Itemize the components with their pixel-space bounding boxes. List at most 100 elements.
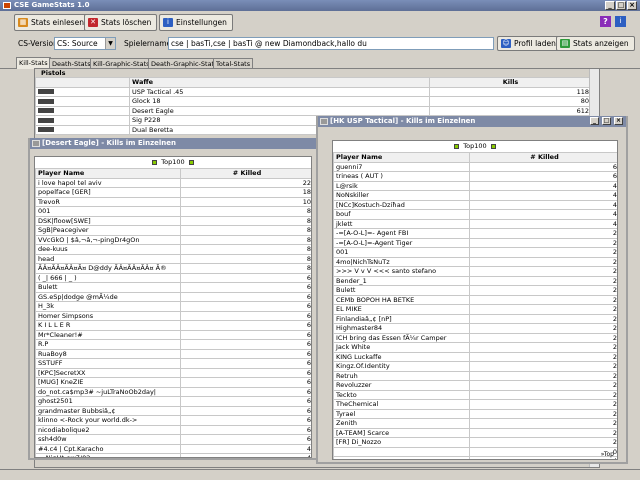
close-button[interactable]: ×	[627, 1, 637, 10]
top-link[interactable]: »Top	[601, 451, 614, 458]
table-row[interactable]: nicodiabolique2 6	[35, 424, 311, 435]
table-row[interactable]: Tyrael 2	[333, 408, 617, 419]
table-row[interactable]: [FR] Di_Nozzo 2	[333, 437, 617, 448]
table-row[interactable]: CEMb BOPOH HA BETKE 2	[333, 294, 617, 305]
top100-label: Top100	[35, 157, 311, 168]
table-row[interactable]: Bulett 6	[35, 282, 311, 293]
table-row[interactable]: 4	[333, 456, 617, 459]
table-row[interactable]: Glock 18 80	[35, 96, 592, 107]
close-button[interactable]: ×	[614, 117, 623, 125]
minimize-button[interactable]: _	[590, 117, 599, 125]
table-row[interactable]: NoNskiller 4	[333, 190, 617, 201]
table-row[interactable]: ssh4d0w 6	[35, 434, 311, 445]
table-row[interactable]: SgB|Peacegiver 8	[35, 225, 311, 236]
table-row[interactable]: SSTUFF 6	[35, 358, 311, 369]
table-row[interactable]: -=[A-O-L]=-Agent Tiger 2	[333, 237, 617, 248]
table-row[interactable]: [NCc]Kostuch-Dziħad 4	[333, 199, 617, 210]
player-name: ssh4d0w	[35, 434, 181, 445]
player-name: Bulett	[35, 282, 181, 293]
table-row[interactable]: ghost2501 6	[35, 396, 311, 407]
table-row[interactable]: jklett 4	[333, 218, 617, 229]
table-row[interactable]: H_3k 6	[35, 301, 311, 312]
table-row[interactable]: Teckto 2	[333, 389, 617, 400]
player-name: [A-TEAM] Scarce	[333, 427, 470, 438]
kill-count: 6	[180, 396, 311, 407]
table-row[interactable]: [MUG] KneZIE 6	[35, 377, 311, 388]
table-row[interactable]: KING Luckaffe 2	[333, 351, 617, 362]
player-name: 001	[35, 206, 181, 217]
table-row[interactable]: RuaBoy8 6	[35, 348, 311, 359]
maximize-button[interactable]: □	[616, 1, 626, 10]
table-row[interactable]: ÃÂ¤ÃÂ¤ÃÂ¤Ã¤ D@ddy ÃÂ¤ÃÂ¤ÃÂ¤ Ã® 8	[35, 263, 311, 274]
table-row[interactable]: TheChemical 2	[333, 399, 617, 410]
player-name: EL MIKE	[333, 304, 470, 315]
maximize-button[interactable]: □	[602, 117, 611, 125]
table-row[interactable]: USP Tactical .45 118	[35, 86, 592, 97]
table-row[interactable]: GS.eSp|dodge @mÃ¼de 6	[35, 291, 311, 302]
info-icon[interactable]: i	[615, 16, 626, 27]
table-row[interactable]: head 8	[35, 253, 311, 264]
player-name: [FR] Di_Nozzo	[333, 437, 470, 448]
table-row[interactable]: Retruh 2	[333, 370, 617, 381]
table-row[interactable]: Kingz.Of.Identity 2	[333, 361, 617, 372]
players-input[interactable]: cse | basTi,cse | basTi @ new Diamondbac…	[168, 37, 494, 50]
table-row[interactable]: Desert Eagle 612	[35, 105, 592, 116]
table-row[interactable]: Finlandiaâ„¢ [nP] 2	[333, 313, 617, 324]
pistol-icon	[32, 140, 40, 147]
table-row[interactable]: Mr*Cleaner!# 6	[35, 329, 311, 340]
table-row[interactable]: i love hapol tel aviv 22	[35, 177, 311, 188]
table-row[interactable]: TrevoR 10	[35, 196, 311, 207]
kill-count: 6	[469, 171, 617, 182]
table-row[interactable]: Bender_1 2	[333, 275, 617, 286]
table-row[interactable]: popelface [GER] 18	[35, 187, 311, 198]
table-row[interactable]: ICH bring das Essen fÃ¼r Camper 2	[333, 332, 617, 343]
table-row[interactable]: DSK|floow[SWE] 8	[35, 215, 311, 226]
table-row[interactable]: trineas ( AUT ) 6	[333, 171, 617, 182]
settings-button[interactable]: i Einstellungen	[159, 14, 233, 31]
table-header: Player Name # Killed	[35, 168, 311, 179]
load-profile-button[interactable]: ☺ Profil laden	[497, 36, 562, 51]
load-stats-button[interactable]: ▦ Stats einlesen	[14, 14, 90, 31]
table-row[interactable]: Bulett 2	[333, 285, 617, 296]
table-row[interactable]: 001 8	[35, 206, 311, 217]
table-row[interactable]: [KPC]SecretXX 6	[35, 367, 311, 378]
player-name: i love hapol tel aviv	[35, 177, 181, 188]
table-row[interactable]: klinno <-Rock your world.dk-> 6	[35, 415, 311, 426]
table-row[interactable]: Homer Simpsons 6	[35, 310, 311, 321]
table-row[interactable]: Zenith 2	[333, 418, 617, 429]
table-row[interactable]: EL MIKE 2	[333, 304, 617, 315]
table-row[interactable]: VVcGkO | $â‚¬â‚¬-pingDr4gOn 8	[35, 234, 311, 245]
kill-count: 8	[180, 253, 311, 264]
desert-eagle-titlebar: [Desert Eagle] - Kills im Einzelnen	[30, 138, 316, 149]
table-row[interactable]: 4mo|NichTsNuTz 2	[333, 256, 617, 267]
player-name: >>> V v V <<< santo stefano	[333, 266, 470, 277]
help-icon[interactable]: ?	[600, 16, 611, 27]
show-stats-button[interactable]: ▤ Stats anzeigen	[556, 36, 635, 51]
table-row[interactable]: -=[A-O-L]=- Agent FBI 2	[333, 228, 617, 239]
table-row[interactable]: L@rsik 4	[333, 180, 617, 191]
table-row[interactable]: bouf 4	[333, 209, 617, 220]
table-row[interactable]: guenni7 6	[333, 161, 617, 172]
square-icon	[152, 159, 158, 165]
table-row[interactable]: ( _| 666 | _ ) 6	[35, 272, 311, 283]
table-row[interactable]: dee-kuus 8	[35, 244, 311, 255]
table-row[interactable]: R.P 6	[35, 339, 311, 350]
table-row[interactable]: Revoluzzer 2	[333, 380, 617, 391]
version-select[interactable]: CS: Source ▼	[54, 37, 116, 50]
table-row[interactable]: grandmaster Bubbsiâ„¢ 6	[35, 405, 311, 416]
app-title-bar: CSE GameStats 1.0 _ □ ×	[0, 0, 640, 11]
clear-stats-button[interactable]: ✕ Stats löschen	[84, 14, 158, 31]
table-row[interactable]: >>> V v V <<< santo stefano 2	[333, 266, 617, 277]
table-row[interactable]: Jack White 2	[333, 342, 617, 353]
table-row[interactable]: do_not.ca$mp3# ~juLTraNoOb2day| 6	[35, 386, 311, 397]
table-row[interactable]: -=NigHt-ow7/02=-4	[35, 453, 311, 457]
table-row[interactable]: 0	[333, 446, 617, 457]
table-row[interactable]: K I L L E R6	[35, 320, 311, 331]
kill-count: 6	[180, 415, 311, 426]
minimize-button[interactable]: _	[605, 1, 615, 10]
table-row[interactable]: 001 2	[333, 247, 617, 258]
table-row[interactable]: #4.c4 | Cpt.Karacho 4	[35, 443, 311, 454]
table-row[interactable]: [A-TEAM] Scarce 2	[333, 427, 617, 438]
table-row[interactable]: Highmaster84 2	[333, 323, 617, 334]
kill-count: 2	[469, 370, 617, 381]
